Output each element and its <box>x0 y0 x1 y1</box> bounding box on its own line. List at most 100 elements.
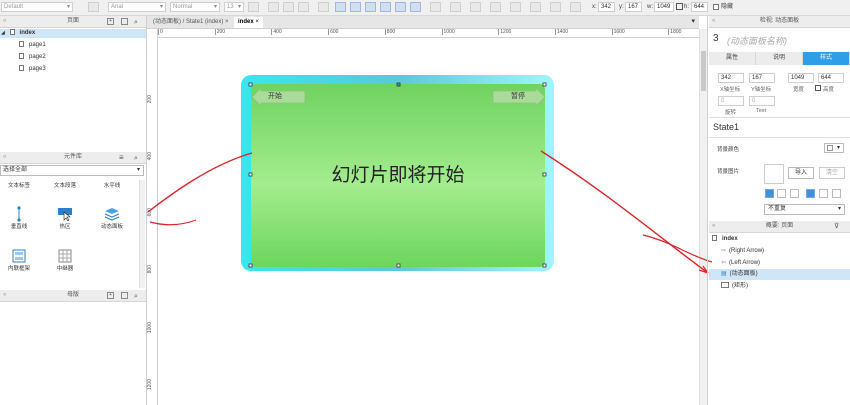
x-coordinate-field[interactable]: 342 <box>718 73 744 83</box>
library-filter-select[interactable]: 选择全部 ▾ <box>0 165 144 176</box>
underline-icon[interactable] <box>298 2 309 12</box>
rotation-field[interactable]: 0 <box>718 96 744 106</box>
outline-item-right-arrow[interactable]: ⇨ (Right Arrow) <box>709 246 850 257</box>
library-panel-title: 元件库 <box>63 154 82 160</box>
shadow-icon[interactable] <box>550 2 561 12</box>
align-left-icon[interactable] <box>765 189 774 198</box>
ruler-tick-label: 1600 <box>611 29 625 35</box>
widget-vertical-line[interactable]: 垂直线 <box>1 206 37 230</box>
clear-button[interactable]: 清空 <box>819 167 845 179</box>
line-style-icon[interactable] <box>510 2 521 12</box>
lock-ratio-icon[interactable] <box>815 85 821 91</box>
y-coordinate-field[interactable]: 167 <box>749 73 775 83</box>
repeat-select[interactable]: 不重复 ▾ <box>764 204 845 215</box>
page-item-page1[interactable]: page1 <box>19 41 46 50</box>
tab-index[interactable]: index × <box>234 17 263 28</box>
valign-top-icon[interactable] <box>380 2 391 12</box>
valign-bottom-icon[interactable] <box>832 189 841 198</box>
widget-text-label[interactable]: 文本标签 <box>1 181 37 189</box>
widget-label: 水平线 <box>103 183 121 189</box>
widget-dynamic-panel[interactable]: 动态面板 <box>94 206 130 230</box>
line-width-icon[interactable] <box>490 2 501 12</box>
lock-ratio-icon[interactable] <box>676 3 683 10</box>
divider <box>709 137 850 138</box>
align-right-icon[interactable] <box>790 189 799 198</box>
arrow-style-icon[interactable] <box>530 2 541 12</box>
line-color-icon[interactable] <box>470 2 481 12</box>
h-field[interactable]: 644 <box>691 2 708 12</box>
font-family-select[interactable]: Arial <box>108 2 166 12</box>
page-item-page3[interactable]: page3 <box>19 65 46 74</box>
width-field[interactable]: 1049 <box>788 73 814 83</box>
align-center-icon[interactable] <box>777 189 786 198</box>
library-filter-value: 选择全部 <box>3 167 28 173</box>
library-panel-header: « 元件库 ≡ ⌕ <box>0 152 146 164</box>
add-page-icon[interactable]: + <box>107 18 114 25</box>
valign-top-icon[interactable] <box>806 189 815 198</box>
font-color-icon[interactable] <box>248 2 259 12</box>
import-button[interactable]: 导入 <box>788 167 814 179</box>
widget-horizontal-line[interactable]: 水平线 <box>94 181 130 189</box>
widget-repeater[interactable]: 中继器 <box>47 248 83 272</box>
menu-icon[interactable]: ≡ <box>119 152 124 163</box>
tab-notes[interactable]: 说明 <box>756 52 803 65</box>
search-icon[interactable]: ⌕ <box>134 17 138 28</box>
ruler-tick-label: 1000 <box>147 321 153 333</box>
tab-overflow-icon[interactable]: ▾ <box>691 17 695 25</box>
hotspot-icon <box>47 206 83 222</box>
outline-item-dynamic-panel[interactable]: ▤ (动态面板) <box>709 269 850 280</box>
align-right-icon[interactable] <box>365 2 376 12</box>
library-scrollbar[interactable] <box>139 180 145 288</box>
height-field[interactable]: 644 <box>818 73 844 83</box>
font-size-select[interactable]: 13 <box>224 2 244 12</box>
widget-hotspot[interactable]: 热区 <box>47 206 83 230</box>
ruler-tick-label: 1400 <box>554 29 569 35</box>
valign-bottom-icon[interactable] <box>410 2 421 12</box>
outline-item-left-arrow[interactable]: ⇦ (Left Arrow) <box>709 258 850 269</box>
bold-icon[interactable] <box>268 2 279 12</box>
bullet-list-icon[interactable] <box>430 2 441 12</box>
inline-frame-icon <box>1 248 37 264</box>
page-tree-root[interactable]: ◢ index <box>0 29 146 38</box>
y-field[interactable]: 167 <box>625 2 642 12</box>
fill-color-icon[interactable] <box>318 2 329 12</box>
style-select[interactable]: Default <box>1 2 73 12</box>
close-icon[interactable]: × <box>255 19 259 25</box>
w-field[interactable]: 1049 <box>654 2 674 12</box>
italic-icon[interactable] <box>283 2 294 12</box>
tab-properties[interactable]: 属性 <box>709 52 756 65</box>
widget-text-paragraph[interactable]: 文本段落 <box>47 181 83 189</box>
tab-dynamic-panel-state[interactable]: (动态面板) / State1 (index) × <box>149 17 233 28</box>
pages-panel-header: « 页面 + ⌕ <box>0 16 146 28</box>
page-item-page2[interactable]: page2 <box>19 53 46 62</box>
add-folder-icon[interactable] <box>121 18 128 25</box>
search-icon[interactable]: ⌕ <box>134 153 138 164</box>
valign-middle-icon[interactable] <box>819 189 828 198</box>
widget-inline-frame[interactable]: 内联框架 <box>1 248 37 272</box>
repeat-value: 不重复 <box>768 206 787 212</box>
align-center-icon[interactable] <box>350 2 361 12</box>
tab-style[interactable]: 样式 <box>803 52 850 65</box>
selection-handles[interactable] <box>245 80 551 270</box>
hide-checkbox[interactable] <box>713 4 719 10</box>
style-edit-icon[interactable] <box>88 2 99 12</box>
font-weight-select[interactable]: Normal <box>170 2 220 12</box>
outline-root[interactable]: index <box>709 234 850 245</box>
search-icon[interactable]: ⌕ <box>134 291 138 302</box>
outline-item-rectangle[interactable]: (矩形) <box>709 281 850 292</box>
valign-middle-icon[interactable] <box>395 2 406 12</box>
add-master-icon[interactable]: + <box>107 292 114 299</box>
add-folder-icon[interactable] <box>121 292 128 299</box>
bg-image-preview[interactable] <box>764 164 784 184</box>
bg-color-picker[interactable]: ▾ <box>824 143 844 153</box>
close-icon[interactable]: × <box>225 19 229 25</box>
text-rotation-field[interactable]: 0 <box>749 96 775 106</box>
corner-icon[interactable] <box>570 2 581 12</box>
scrollbar-thumb[interactable] <box>701 51 706 91</box>
filter-icon[interactable]: ⊽ <box>834 221 839 232</box>
align-left-icon[interactable] <box>335 2 346 12</box>
fill-icon[interactable] <box>450 2 461 12</box>
panel-name-input[interactable]: (动态面板名称) <box>727 34 787 47</box>
x-field[interactable]: 342 <box>598 2 615 12</box>
bg-image-label: 背景图片 <box>717 169 740 175</box>
